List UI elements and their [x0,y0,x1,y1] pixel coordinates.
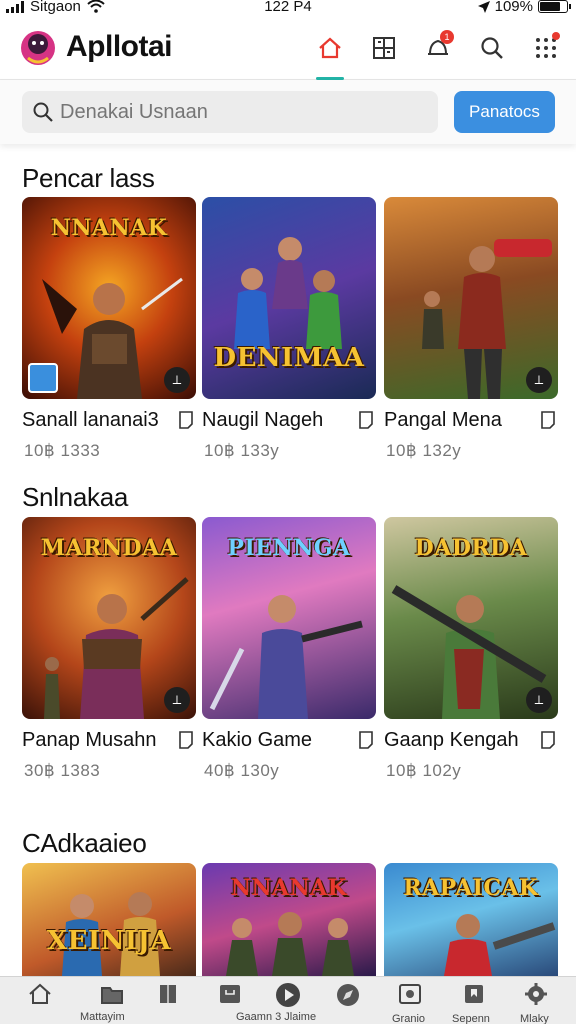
more-options-icon[interactable]: ⟂ [164,687,190,713]
game-card[interactable]: DENIMAA Naugil Nageh 10฿ 133y [202,197,376,460]
more-options-icon[interactable]: ⟂ [526,367,552,393]
battery-icon [538,0,571,13]
game-banner-text: MARNDAA [40,535,178,561]
game-banner-text: NNANAK [50,215,168,241]
more-options-icon[interactable]: ⟂ [164,367,190,393]
search-icon [481,37,503,59]
nav-label: Sepenn [452,1013,490,1024]
nav-settings[interactable]: Mlaky [514,979,558,1024]
game-meta: 10฿ 132y [386,441,462,460]
game-banner-text: PIENNGA [227,535,351,561]
nav-home-button[interactable] [310,28,350,80]
game-thumbnail[interactable]: PIENNGA [202,517,376,719]
game-card[interactable]: MARNDAA ⟂ Panap Musahn 30฿ 1383 [22,517,196,780]
character-art [226,912,354,976]
game-card[interactable]: XEINIJA [22,863,196,976]
search-button[interactable] [472,28,512,68]
search-icon [33,102,53,122]
search-submit-button[interactable]: Panatocs [454,91,555,133]
notifications-button[interactable]: 1 [418,28,458,68]
game-card[interactable]: ⟂ Pangal Mena 10฿ 132y [384,197,558,460]
explore-icon [337,984,359,1006]
game-title[interactable]: Naugil Nageh [202,409,323,432]
game-title[interactable]: Pangal Mena [384,409,502,432]
selected-badge-icon [28,363,58,393]
game-thumbnail[interactable]: DENIMAA [202,197,376,399]
bottom-navigation: Mattayim Gaamn 3 Jlaime Granio Sepenn Ml… [0,976,576,1024]
game-banner-text: DENIMAA [213,343,365,373]
game-thumbnail[interactable]: NNANAK [202,863,376,976]
nav-home[interactable] [18,979,62,1023]
game-card[interactable]: PIENNGA Kakio Game 40฿ 130y [202,517,376,780]
home-icon [29,983,51,1004]
play-icon [276,983,300,1007]
book-icon [160,985,176,1003]
bookmark-icon[interactable] [358,731,374,749]
game-thumbnail[interactable]: ⟂ [384,197,558,399]
character-art [209,595,363,719]
search-input[interactable] [60,91,430,133]
nav-label: Mattayim [80,1011,125,1023]
nav-gallery[interactable]: Granio [388,979,432,1024]
game-banner-text: NNANAK [230,875,348,901]
game-banner-text: XEINIJA [46,926,172,956]
bookmark-icon[interactable] [178,731,194,749]
nav-book[interactable] [146,979,190,1023]
nav-explore[interactable] [326,979,370,1023]
apps-badge [552,32,560,40]
saved-icon [465,985,483,1003]
bookmark-icon[interactable] [358,411,374,429]
game-meta: 40฿ 130y [204,761,280,780]
game-card[interactable]: RAPAICAK [384,863,558,976]
search-box[interactable] [22,91,438,133]
section-title: Snlnakaa [22,482,129,512]
app-title: Apllotai [66,30,173,63]
status-bar: Sitgaon 122 P4 109% [0,0,576,16]
game-meta: 30฿ 1383 [24,761,101,780]
character-art [444,914,556,976]
game-card[interactable]: NNANAK [202,863,376,976]
bookmark-icon[interactable] [540,731,556,749]
nav-label: Mlaky [520,1013,549,1024]
folder-icon [101,987,123,1004]
game-title[interactable]: Sanall lananai3 [22,409,159,432]
more-options-icon[interactable]: ⟂ [526,687,552,713]
gallery-icon [399,984,421,1004]
game-meta: 10฿ 102y [386,761,462,780]
game-banner-text: DADRDA [414,535,528,561]
game-title[interactable]: Panap Musahn [22,729,157,752]
game-thumbnail[interactable]: NNANAK ⟂ [22,197,196,399]
grid-icon [373,37,395,59]
section-title: Pencar lass [22,163,155,193]
game-thumbnail[interactable]: DADRDA ⟂ [384,517,558,719]
game-card[interactable]: DADRDA ⟂ Gaanp Kengah 10฿ 102y [384,517,558,780]
settings-icon [525,983,547,1005]
bookmark-icon[interactable] [178,411,194,429]
app-header: Apllotai 1 [0,16,576,80]
game-thumbnail[interactable]: XEINIJA [22,863,196,976]
game-title[interactable]: Gaanp Kengah [384,729,519,752]
game-meta: 10฿ 133y [204,441,280,460]
app-logo [21,31,55,65]
location-icon [477,0,490,13]
game-thumbnail[interactable]: MARNDAA ⟂ [22,517,196,719]
nav-label: Gaamn 3 Jlaime [236,1011,317,1023]
game-banner-text: RAPAICAK [403,875,539,901]
store-icon [220,985,240,1003]
nav-label: Granio [392,1013,426,1024]
game-card[interactable]: NNANAK ⟂ Sanall lananai3 10฿ 1333 [22,197,196,460]
game-title[interactable]: Kakio Game [202,729,312,752]
section-title: CAdkaaieo [22,828,147,858]
game-thumbnail[interactable]: RAPAICAK [384,863,558,976]
nav-saved[interactable]: Sepenn [452,979,496,1024]
battery-percent: 109% [494,0,533,15]
bookmark-icon[interactable] [540,411,556,429]
home-icon [319,37,341,59]
nav-grid-button[interactable] [364,28,404,68]
notification-badge: 1 [440,30,454,44]
search-bar-area: Panatocs [0,80,576,144]
apps-menu-button[interactable] [526,28,566,68]
game-meta: 10฿ 1333 [24,441,101,460]
